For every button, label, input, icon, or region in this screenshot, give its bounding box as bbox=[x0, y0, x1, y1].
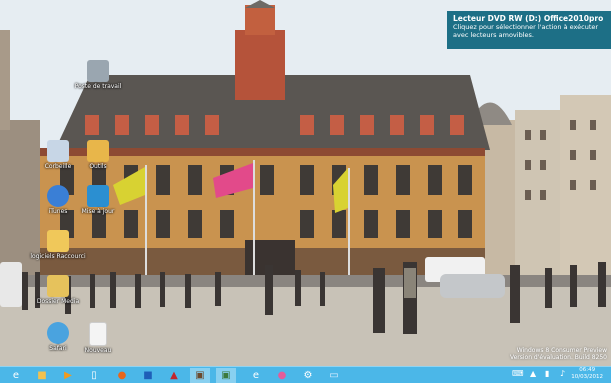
documents-icon[interactable]: ▯ bbox=[84, 368, 104, 383]
wallpaper bbox=[0, 0, 611, 366]
media-player-icon[interactable]: ▶ bbox=[58, 368, 78, 383]
recycle-bin-icon bbox=[47, 140, 69, 162]
photo-icon[interactable]: ▣ bbox=[190, 368, 210, 383]
tools-icon[interactable]: ⚙ bbox=[298, 368, 318, 383]
desktop-icon-label: Nouveau bbox=[84, 347, 112, 354]
folder-icon bbox=[87, 140, 109, 162]
file-explorer-icon[interactable]: ■ bbox=[32, 368, 52, 383]
desktop-icon-computer[interactable]: Poste de travail bbox=[70, 60, 126, 90]
clock-date: 10/03/2012 bbox=[571, 374, 603, 380]
volume-icon[interactable]: ♪ bbox=[560, 369, 565, 378]
ie-alt-icon[interactable]: e bbox=[246, 368, 266, 383]
build-watermark: Windows 8 Consumer Preview Version d'éva… bbox=[510, 347, 607, 361]
arrow-up-icon[interactable]: ▲ bbox=[530, 369, 536, 378]
computer-app-icon[interactable]: ▭ bbox=[324, 368, 344, 383]
desktop-icon-software[interactable]: logiciels Raccourci bbox=[30, 230, 86, 260]
notification-title: Lecteur DVD RW (D:) Office2010pro bbox=[453, 14, 604, 23]
acrobat-icon[interactable]: ▲ bbox=[164, 368, 184, 383]
desktop-icon-label: logiciels Raccourci bbox=[30, 253, 86, 260]
computer-icon bbox=[87, 60, 109, 82]
desktop-icon-label: Outils bbox=[89, 163, 107, 170]
update-icon bbox=[87, 185, 109, 207]
clock[interactable]: 06:49 10/03/2012 bbox=[571, 367, 603, 381]
outlook-icon[interactable]: ■ bbox=[138, 368, 158, 383]
desktop-icon-label: Mise à jour bbox=[81, 208, 115, 215]
itunes-icon bbox=[47, 185, 69, 207]
safari-icon bbox=[47, 322, 69, 344]
desktop-icon-label: Poste de travail bbox=[74, 83, 122, 90]
autoplay-notification[interactable]: Lecteur DVD RW (D:) Office2010pro Clique… bbox=[447, 11, 611, 49]
desktop-icon-tools-folder[interactable]: Outils bbox=[70, 140, 126, 170]
desktop-icon-label: Dossier Media bbox=[36, 298, 80, 305]
desktop-icon-update[interactable]: Mise à jour bbox=[70, 185, 126, 215]
desktop-app-icon[interactable]: ▣ bbox=[216, 368, 236, 383]
software-folder-icon bbox=[47, 230, 69, 252]
internet-explorer-icon[interactable]: e bbox=[6, 368, 26, 383]
network-icon[interactable]: ▮ bbox=[545, 369, 549, 378]
desktop: Poste de travail Corbeille Outils iTunes… bbox=[0, 0, 611, 366]
notification-body: Cliquez pour sélectionner l'action à exé… bbox=[453, 23, 599, 39]
firefox-icon[interactable]: ● bbox=[112, 368, 132, 383]
document-icon bbox=[89, 322, 107, 346]
clock-time: 06:49 bbox=[579, 367, 596, 373]
watermark-line1: Windows 8 Consumer Preview bbox=[516, 347, 607, 354]
desktop-icon-media[interactable]: Dossier Media bbox=[30, 275, 86, 305]
keyboard-icon[interactable]: ⌨ bbox=[512, 369, 524, 378]
watermark-line2: Version d'évaluation. Build 8250 bbox=[509, 354, 607, 361]
media-folder-icon bbox=[47, 275, 69, 297]
taskbar: e ■ ▶ ▯ ● ■ ▲ ▣ ▣ e ● ⚙ ▭ ⌨ ▲ ▮ ♪ 06:49 … bbox=[0, 366, 611, 383]
desktop-icon-document[interactable]: Nouveau bbox=[70, 322, 126, 354]
paint-icon[interactable]: ● bbox=[272, 368, 292, 383]
